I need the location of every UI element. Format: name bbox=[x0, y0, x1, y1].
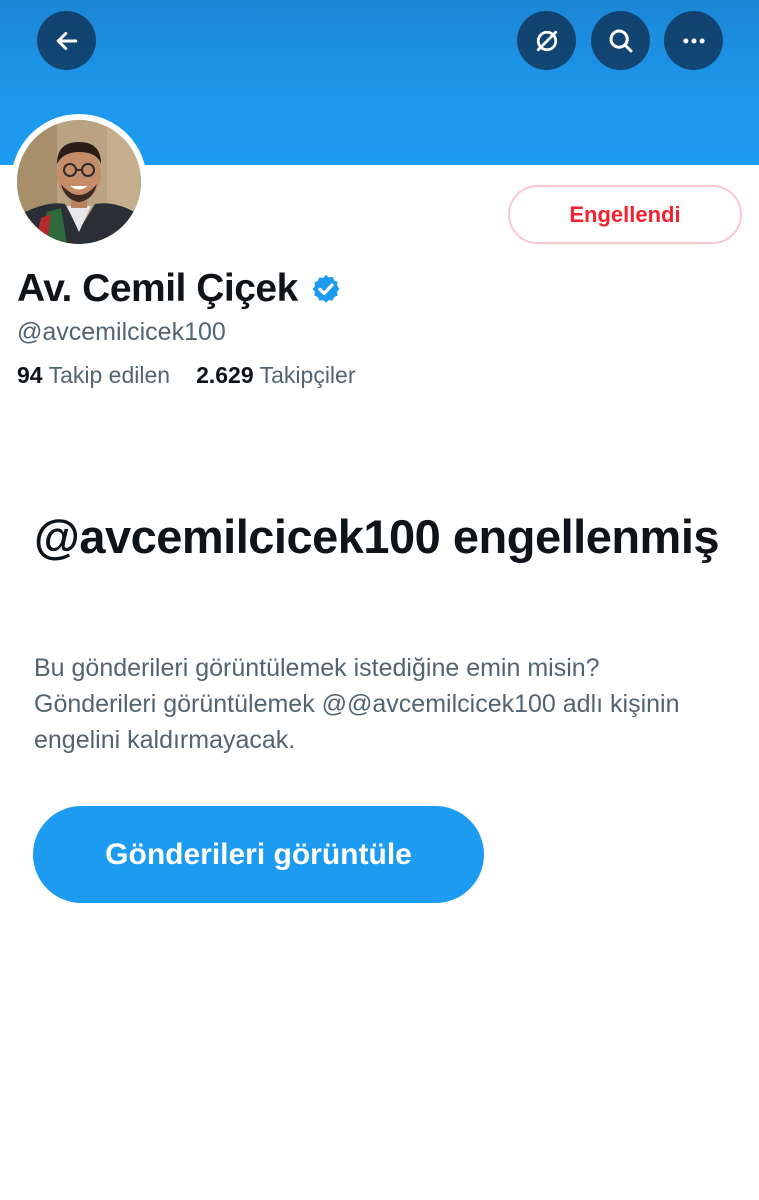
followers-label[interactable]: Takipçiler bbox=[260, 362, 356, 389]
blocked-title: @avcemilcicek100 engellenmiş bbox=[34, 510, 720, 563]
followers-count[interactable]: 2.629 bbox=[196, 362, 254, 389]
translate-icon bbox=[536, 30, 557, 51]
blocked-description: Bu gönderileri görüntülemek istediğine e… bbox=[34, 654, 680, 754]
search-icon bbox=[609, 29, 632, 52]
verified-badge-icon bbox=[310, 273, 342, 305]
search-button[interactable] bbox=[591, 11, 650, 70]
view-posts-button[interactable]: Gönderileri görüntüle bbox=[33, 806, 484, 903]
avatar-photo bbox=[17, 120, 141, 244]
name-row: Av. Cemil Çiçek bbox=[17, 266, 342, 312]
follow-stats: 94 Takip edilen 2.629 Takipçiler bbox=[17, 362, 356, 389]
back-arrow-icon bbox=[56, 31, 77, 50]
more-options-button[interactable] bbox=[664, 11, 723, 70]
more-icon bbox=[682, 38, 705, 43]
translate-button[interactable] bbox=[517, 11, 576, 70]
back-button[interactable] bbox=[37, 11, 96, 70]
display-name: Av. Cemil Çiçek bbox=[17, 267, 298, 310]
following-count[interactable]: 94 bbox=[17, 362, 43, 389]
profile-page: Engellendi Av. Cemil Çiçek @avcemilcicek… bbox=[0, 0, 759, 1200]
blocked-button[interactable]: Engellendi bbox=[508, 185, 742, 244]
avatar[interactable] bbox=[11, 114, 147, 250]
profile-handle: @avcemilcicek100 bbox=[17, 318, 226, 346]
following-label[interactable]: Takip edilen bbox=[49, 362, 170, 389]
